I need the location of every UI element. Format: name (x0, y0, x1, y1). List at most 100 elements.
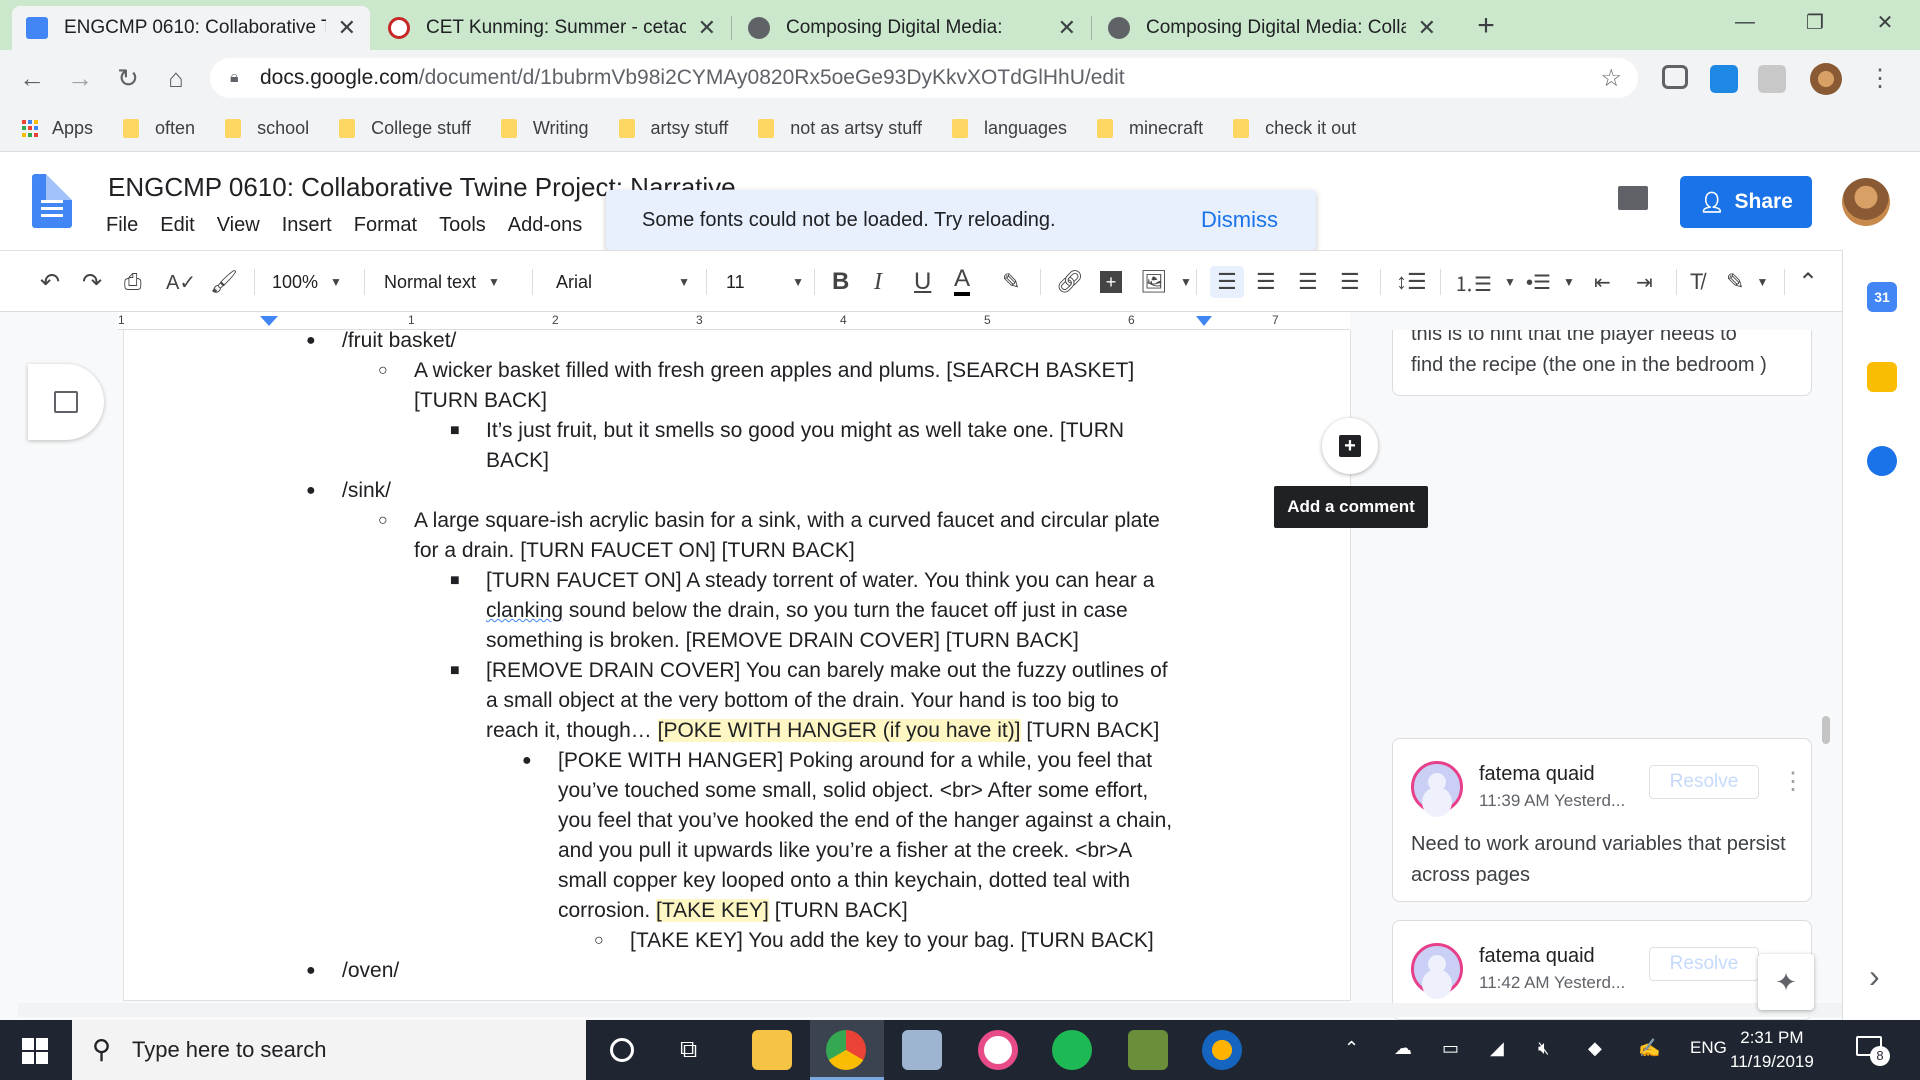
task-view-icon[interactable]: ⧉ (680, 1036, 697, 1064)
comment-history-icon[interactable] (1618, 186, 1648, 210)
chrome-icon[interactable] (826, 1030, 866, 1070)
browser-tab-composing-2[interactable]: Composing Digital Media: Collaborative ✕ (1094, 6, 1450, 50)
bookmark-folder[interactable]: minecraft (1097, 118, 1203, 139)
battery-icon[interactable]: ▭ (1442, 1038, 1459, 1059)
profile-avatar[interactable] (1810, 63, 1842, 95)
menu-format[interactable]: Format (354, 214, 417, 237)
dropbox-icon[interactable]: ◆ (1588, 1038, 1602, 1059)
left-indent-marker[interactable] (260, 316, 278, 326)
back-button[interactable]: ← (14, 60, 50, 96)
bookmark-folder[interactable]: school (225, 118, 309, 139)
bookmark-folder[interactable]: not as artsy stuff (758, 118, 922, 139)
forward-button[interactable]: → (62, 60, 98, 96)
highlight-color-icon[interactable]: ✎ (1002, 266, 1020, 298)
volume-muted-icon[interactable]: 🔇︎ (1538, 1038, 1549, 1059)
wifi-icon[interactable]: ◢ (1490, 1038, 1504, 1059)
misspelled-word[interactable]: clanking (486, 599, 563, 622)
menu-addons[interactable]: Add-ons (508, 214, 583, 237)
docs-logo-icon[interactable] (32, 174, 72, 228)
pocket-extension-icon[interactable] (1662, 65, 1688, 89)
pen-icon[interactable]: ✍ (1638, 1038, 1660, 1059)
cortana-icon[interactable] (610, 1038, 634, 1062)
bookmark-folder[interactable]: Writing (500, 118, 589, 139)
explore-button[interactable]: ✦ (1758, 954, 1814, 1010)
clear-formatting-icon[interactable]: T̸ (1690, 266, 1703, 298)
right-indent-marker[interactable] (1196, 316, 1212, 326)
editing-mode-icon[interactable]: ✎ ▼ (1726, 266, 1768, 298)
minecraft-icon[interactable] (1128, 1030, 1168, 1070)
bookmark-folder[interactable]: often (123, 118, 195, 139)
chrome-menu-icon[interactable]: ⋮ (1862, 60, 1898, 96)
insert-image-icon[interactable]: 🖼︎ ▼ (1140, 266, 1192, 298)
zoom-select[interactable]: 100% ▼ (272, 266, 342, 298)
resolve-button[interactable]: Resolve (1649, 765, 1759, 799)
menu-edit[interactable]: Edit (160, 214, 194, 237)
decrease-indent-icon[interactable]: ⇤ (1594, 266, 1611, 298)
underline-icon[interactable]: U (914, 266, 931, 298)
increase-indent-icon[interactable]: ⇥ (1636, 266, 1653, 298)
windows-start-icon[interactable] (22, 1038, 48, 1064)
document-outline-button[interactable] (28, 364, 104, 440)
justify-icon[interactable]: ☰ (1340, 266, 1360, 298)
collapse-toolbar-icon[interactable]: ⌃ (1798, 266, 1818, 298)
calendar-icon[interactable]: 31 (1867, 282, 1897, 312)
photos-icon[interactable] (902, 1030, 942, 1070)
align-left-icon[interactable]: ☰ (1210, 266, 1244, 298)
tray-chevron-icon[interactable]: ⌃ (1344, 1038, 1359, 1059)
tasks-icon[interactable] (1867, 446, 1897, 476)
paragraph-style-select[interactable]: Normal text ▼ (384, 266, 500, 298)
new-tab-button[interactable]: + (1468, 8, 1504, 44)
spellcheck-icon[interactable]: A✓ (166, 266, 196, 298)
text-color-icon[interactable]: A (954, 265, 971, 296)
document-page[interactable]: ● /fruit basket/ ○ A wicker basket fille… (124, 330, 1350, 1000)
itunes-icon[interactable] (978, 1030, 1018, 1070)
bookmark-folder[interactable]: check it out (1233, 118, 1356, 139)
close-tab-icon[interactable]: ✕ (1058, 15, 1076, 41)
insert-comment-icon[interactable]: + (1100, 266, 1122, 298)
spotify-icon[interactable] (1052, 1030, 1092, 1070)
bookmark-folder[interactable]: artsy stuff (618, 118, 728, 139)
resolve-button[interactable]: Resolve (1649, 947, 1759, 981)
paint-format-icon[interactable]: 🖌︎ (210, 266, 238, 298)
browser-tab-composing-1[interactable]: Composing Digital Media: ✕ (734, 6, 1090, 50)
vertical-scrollbar-thumb[interactable] (1822, 716, 1830, 744)
file-explorer-icon[interactable] (752, 1030, 792, 1070)
notification-center-icon[interactable]: 8 (1856, 1034, 1890, 1066)
language-indicator[interactable]: ENG (1690, 1038, 1727, 1058)
close-tab-icon[interactable]: ✕ (1418, 15, 1436, 41)
comment-card[interactable]: fatema quaid 11:39 AM Yesterd... Resolve… (1392, 738, 1812, 902)
more-options-icon[interactable]: ⋮ (1781, 767, 1805, 796)
keep-icon[interactable] (1867, 362, 1897, 392)
restore-button[interactable]: ❐ (1786, 0, 1844, 44)
menu-insert[interactable]: Insert (282, 214, 332, 237)
account-avatar[interactable] (1842, 178, 1890, 226)
italic-icon[interactable]: I (874, 266, 882, 298)
horizontal-scrollbar[interactable] (18, 1003, 1842, 1017)
bulleted-list-icon[interactable]: •☰ ▼ (1526, 266, 1575, 298)
extension-icon[interactable] (1710, 65, 1738, 93)
menu-file[interactable]: File (106, 214, 138, 237)
extension-icon[interactable] (1758, 65, 1786, 93)
close-window-button[interactable]: ✕ (1856, 0, 1914, 44)
bookmark-star-icon[interactable]: ☆ (1600, 64, 1622, 93)
browser-tab-docs[interactable]: ENGCMP 0610: Collaborative Twine Project… (12, 6, 370, 50)
ruler[interactable]: 1 1 2 3 4 5 6 7 (118, 312, 1350, 330)
dismiss-button[interactable]: Dismiss (1201, 207, 1278, 233)
close-tab-icon[interactable]: ✕ (698, 15, 716, 41)
app-icon[interactable] (1202, 1030, 1242, 1070)
align-right-icon[interactable]: ☰ (1298, 266, 1318, 298)
insert-link-icon[interactable]: 🔗︎ (1056, 266, 1084, 298)
bookmark-apps[interactable]: Apps (22, 118, 93, 139)
menu-tools[interactable]: Tools (439, 214, 486, 237)
comment-card-top[interactable]: this is to hint that the player needs to… (1392, 330, 1812, 396)
add-comment-button[interactable]: + (1322, 418, 1378, 474)
font-select[interactable]: Arial ▼ (556, 266, 690, 298)
print-icon[interactable]: ⎙ (124, 266, 142, 298)
home-button[interactable]: ⌂ (158, 60, 194, 96)
bookmark-folder[interactable]: languages (951, 118, 1067, 139)
menu-view[interactable]: View (217, 214, 260, 237)
numbered-list-icon[interactable]: ⒈☰ ▼ (1454, 266, 1516, 298)
reload-button[interactable]: ↻ (110, 60, 146, 96)
undo-icon[interactable]: ↶ (40, 266, 60, 298)
taskbar-clock[interactable]: 2:31 PM 11/19/2019 (1730, 1026, 1814, 1074)
